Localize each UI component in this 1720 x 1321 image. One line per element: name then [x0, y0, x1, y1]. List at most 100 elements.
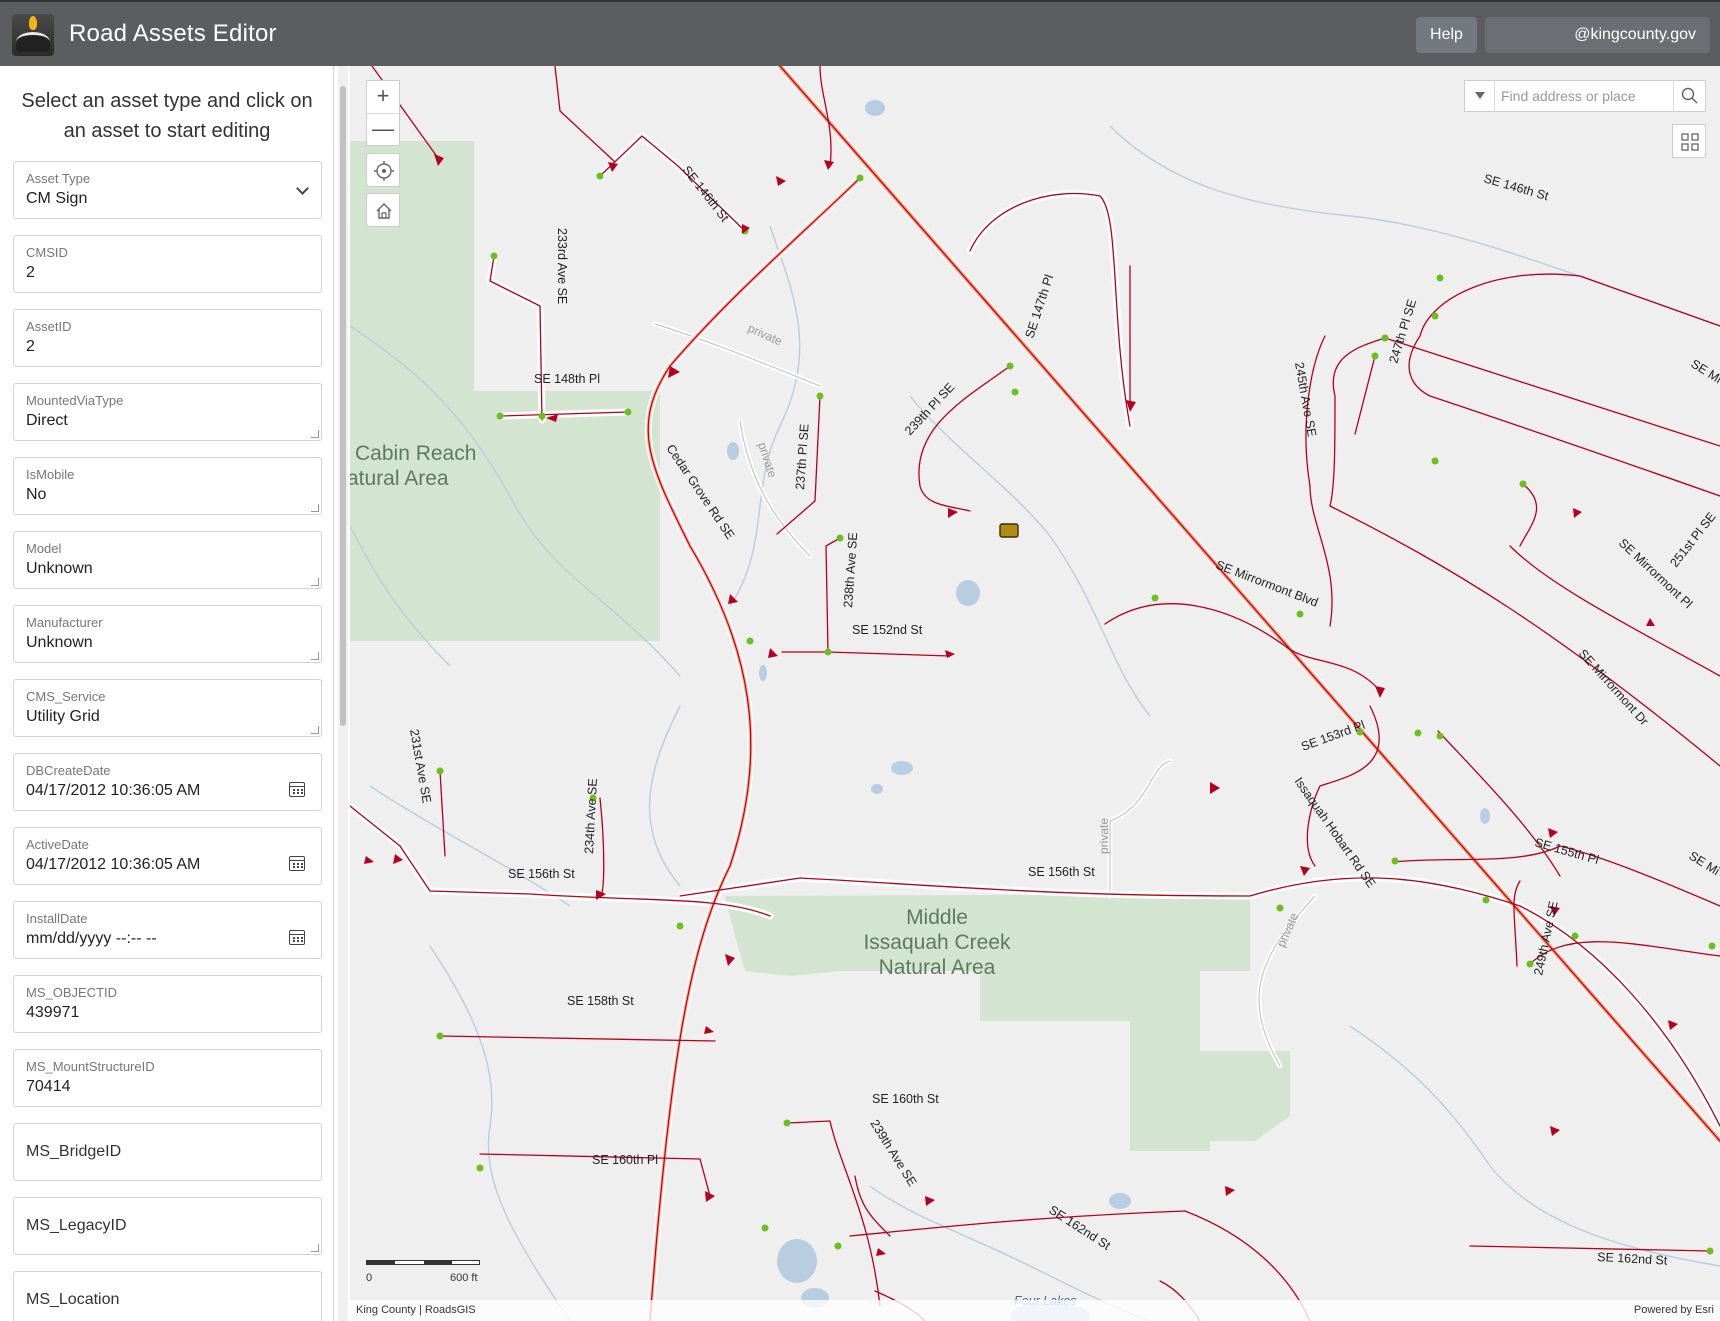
field-placeholder: MS_LegacyID [26, 1217, 127, 1234]
road-nodes [436, 172, 1716, 1255]
model-field[interactable]: Model Unknown [13, 531, 322, 589]
area-label: Natural Area [879, 956, 996, 979]
dbcreatedate-field[interactable]: DBCreateDate 04/17/2012 10:36:05 AM [13, 753, 322, 811]
field-value: Utility Grid [26, 708, 100, 725]
road-label: 233rd Ave SE [555, 228, 569, 304]
resize-handle[interactable] [311, 430, 319, 438]
field-label: IsMobile [26, 467, 75, 482]
road-label: SE 162nd St [1046, 1203, 1113, 1253]
chevron-down-icon [296, 182, 309, 195]
resize-handle[interactable] [311, 652, 319, 660]
address-search [1464, 80, 1706, 112]
help-button[interactable]: Help [1416, 17, 1477, 53]
road-label: private [755, 441, 780, 480]
asset-type-label: Asset Type [26, 171, 91, 186]
sidebar-scrollbar[interactable] [338, 66, 348, 1321]
ms-mountstructureid-field[interactable]: MS_MountStructureID 70414 [13, 1049, 322, 1107]
home-button[interactable] [366, 193, 400, 227]
assetid-field[interactable]: AssetID 2 [13, 309, 322, 367]
ms-location-field[interactable]: MS_Location [13, 1271, 322, 1321]
search-button[interactable] [1673, 81, 1705, 111]
road-label: SE 160th St [872, 1092, 939, 1106]
road-label: 245th Ave SE [1292, 361, 1319, 438]
manufacturer-field[interactable]: Manufacturer Unknown [13, 605, 322, 663]
area-label: Middle [906, 906, 968, 929]
zoom-out-button[interactable]: — [367, 113, 399, 145]
app-title: Road Assets Editor [69, 20, 277, 47]
basemap: Cabin Reach atural Area Middle Issaquah … [350, 66, 1720, 1321]
scale-distance-label: 600 ft [450, 1272, 478, 1284]
scrollbar-thumb[interactable] [340, 86, 346, 726]
road-label: SE 155th Pl [1533, 835, 1600, 867]
ms-bridgeid-field[interactable]: MS_BridgeID [13, 1123, 322, 1181]
road-label: 237th Pl SE [793, 423, 812, 490]
resize-handle[interactable] [311, 504, 319, 512]
field-value: Unknown [26, 560, 93, 577]
road-label: 231st Ave SE [407, 728, 434, 804]
ms-objectid-field[interactable]: MS_OBJECTID 439971 [13, 975, 322, 1033]
basemap-gallery-button[interactable] [1672, 124, 1706, 158]
activedate-field[interactable]: ActiveDate 04/17/2012 10:36:05 AM [13, 827, 322, 885]
field-label: AssetID [26, 319, 72, 334]
road-label: 251st Pl SE [1667, 510, 1718, 570]
cms-service-field[interactable]: CMS_Service Utility Grid [13, 679, 322, 737]
zoom-in-button[interactable]: + [367, 81, 399, 113]
road-label: 239th Pl SE [902, 380, 957, 438]
field-value: No [26, 486, 47, 503]
road-label: 238th Ave SE [841, 532, 860, 608]
resize-handle[interactable] [311, 1244, 319, 1252]
resize-handle[interactable] [311, 726, 319, 734]
field-value: 04/17/2012 10:36:05 AM [26, 856, 201, 873]
calendar-icon[interactable] [289, 782, 305, 797]
selected-sign-asset[interactable] [999, 523, 1019, 538]
field-label: ActiveDate [26, 837, 89, 852]
field-label: CMSID [26, 245, 68, 260]
grid-icon [1681, 133, 1699, 151]
locate-button[interactable] [366, 153, 400, 187]
road-label: SE 160th Pl [592, 1153, 658, 1167]
field-label: CMS_Service [26, 689, 106, 704]
road-label: SE Mirrormont Dr [1576, 647, 1651, 729]
calendar-icon[interactable] [289, 930, 305, 945]
asset-type-select[interactable]: Asset Type CM Sign [13, 161, 322, 219]
zoom-control: + — [366, 80, 400, 146]
cmsid-field[interactable]: CMSID 2 [13, 235, 322, 293]
search-source-dropdown[interactable] [1465, 81, 1495, 111]
attribution-text[interactable]: King County | RoadsGIS [356, 1304, 476, 1316]
map-view[interactable]: Cabin Reach atural Area Middle Issaquah … [350, 66, 1720, 1321]
calendar-icon[interactable] [289, 856, 305, 871]
locate-icon [374, 161, 394, 181]
road-label: 247th Pl SE [1386, 298, 1419, 365]
field-label: DBCreateDate [26, 763, 111, 778]
resize-handle[interactable] [311, 578, 319, 586]
search-input[interactable] [1501, 85, 1669, 107]
app-header: Road Assets Editor Help @kingcounty.gov [0, 0, 1720, 66]
road-label: SE 158th St [567, 994, 634, 1008]
field-label: MountedViaType [26, 393, 124, 408]
installdate-field[interactable]: InstallDate mm/dd/yyyy --:-- -- [13, 901, 322, 959]
field-label: MS_MountStructureID [26, 1059, 155, 1074]
scale-zero-label: 0 [366, 1272, 373, 1284]
home-icon [376, 203, 392, 219]
user-account-button[interactable]: @kingcounty.gov [1485, 17, 1710, 53]
field-placeholder: MS_Location [26, 1291, 120, 1308]
field-label: MS_OBJECTID [26, 985, 118, 1000]
ismobile-field[interactable]: IsMobile No [13, 457, 322, 515]
field-label: Manufacturer [26, 615, 103, 630]
road-label: SE 146th St [1482, 171, 1550, 203]
ms-legacyid-field[interactable]: MS_LegacyID [13, 1197, 322, 1255]
road-label: SE 146th St [680, 163, 732, 225]
app-logo [12, 14, 54, 56]
field-value: Direct [26, 412, 68, 429]
esri-credit[interactable]: Powered by Esri [1634, 1304, 1714, 1316]
mountedviatype-field[interactable]: MountedViaType Direct [13, 383, 322, 441]
road-label: SE 153rd Pl [1299, 718, 1366, 754]
field-value: 70414 [26, 1078, 71, 1095]
map-attribution: King County | RoadsGIS Powered by Esri [350, 1300, 1720, 1321]
asset-type-value: CM Sign [26, 190, 88, 207]
road-label: SE 156th St [1028, 865, 1095, 879]
road-label: Cedar Grove Rd SE [664, 442, 738, 542]
field-value: 2 [26, 338, 35, 355]
ponds [727, 100, 1490, 1321]
road-label: SE Mi [1686, 849, 1720, 879]
